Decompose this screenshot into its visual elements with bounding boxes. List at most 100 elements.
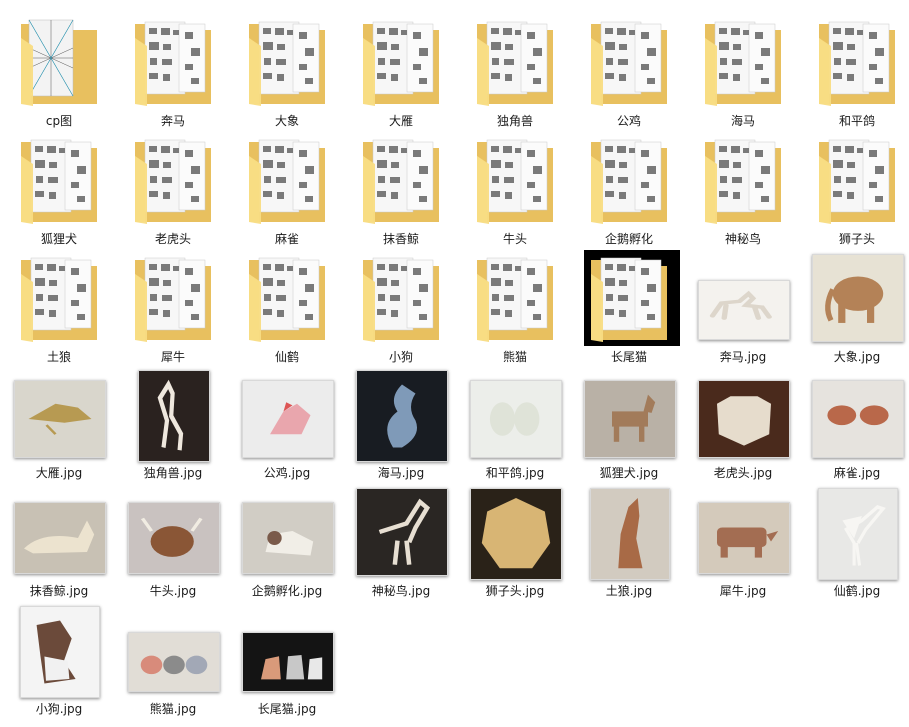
folder-icon — [230, 14, 344, 110]
image-file-item[interactable]: 海马.jpg — [344, 366, 458, 484]
folder-item[interactable]: 土狼 — [2, 250, 116, 368]
file-name-label: 仙鹤 — [274, 350, 299, 364]
folder-item[interactable]: 麻雀 — [230, 132, 344, 250]
image-thumbnail — [2, 484, 116, 580]
folder-item[interactable]: 仙鹤 — [230, 250, 344, 368]
image-file-item[interactable]: 狮子头.jpg — [458, 484, 572, 602]
image-file-item[interactable]: 和平鸽.jpg — [458, 366, 572, 484]
image-file-item[interactable]: 公鸡.jpg — [230, 366, 344, 484]
image-file-item[interactable]: 神秘鸟.jpg — [344, 484, 458, 602]
file-name-label: 老虎头.jpg — [713, 466, 773, 480]
folder-item[interactable]: 大象 — [230, 14, 344, 132]
file-name-label: 和平鸽.jpg — [485, 466, 545, 480]
file-name-label: 抹香鲸 — [382, 232, 419, 246]
file-name-label: 犀牛.jpg — [719, 584, 767, 598]
folder-item[interactable]: 狐狸犬 — [2, 132, 116, 250]
folder-item[interactable]: 小狗 — [344, 250, 458, 368]
folder-item[interactable]: 抹香鲸 — [344, 132, 458, 250]
image-thumbnail — [800, 366, 909, 462]
image-file-item[interactable]: 牛头.jpg — [116, 484, 230, 602]
image-thumbnail — [116, 484, 230, 580]
image-thumbnail — [230, 602, 344, 698]
file-name-label: 长尾猫 — [610, 350, 647, 364]
folder-icon — [230, 132, 344, 228]
folder-icon — [800, 14, 909, 110]
folder-item[interactable]: 长尾猫 — [572, 250, 686, 368]
image-file-item[interactable]: 大象.jpg — [800, 250, 909, 368]
folder-item[interactable]: 犀牛 — [116, 250, 230, 368]
folder-icon — [230, 250, 344, 346]
image-file-item[interactable]: 熊猫.jpg — [116, 602, 230, 720]
folder-icon — [2, 14, 116, 110]
folder-icon — [686, 132, 800, 228]
image-file-item[interactable]: 土狼.jpg — [572, 484, 686, 602]
image-thumbnail — [458, 366, 572, 462]
image-thumbnail — [800, 484, 909, 580]
image-thumbnail — [458, 484, 572, 580]
image-file-item[interactable]: 犀牛.jpg — [686, 484, 800, 602]
image-file-item[interactable]: 麻雀.jpg — [800, 366, 909, 484]
folder-icon — [458, 132, 572, 228]
image-file-item[interactable]: 抹香鲸.jpg — [2, 484, 116, 602]
file-name-label: 海马 — [730, 114, 755, 128]
folder-icon — [116, 250, 230, 346]
image-file-item[interactable]: 狐狸犬.jpg — [572, 366, 686, 484]
folder-item[interactable]: 熊猫 — [458, 250, 572, 368]
file-name-label: 熊猫 — [502, 350, 527, 364]
file-name-label: 小狗.jpg — [35, 702, 83, 716]
image-thumbnail — [344, 484, 458, 580]
image-thumbnail — [572, 484, 686, 580]
file-name-label: 土狼 — [46, 350, 71, 364]
file-name-label: 仙鹤.jpg — [833, 584, 881, 598]
folder-icon — [458, 250, 572, 346]
file-name-label: 和平鸽 — [838, 114, 875, 128]
image-file-item[interactable]: 老虎头.jpg — [686, 366, 800, 484]
file-name-label: 牛头.jpg — [149, 584, 197, 598]
folder-icon — [572, 250, 686, 346]
image-thumbnail — [344, 366, 458, 462]
folder-icon — [572, 132, 686, 228]
file-name-label: 抹香鲸.jpg — [29, 584, 89, 598]
image-file-item[interactable]: 仙鹤.jpg — [800, 484, 909, 602]
image-thumbnail — [2, 602, 116, 698]
image-thumbnail — [686, 366, 800, 462]
folder-item[interactable]: 和平鸽 — [800, 14, 909, 132]
folder-item[interactable]: 老虎头 — [116, 132, 230, 250]
folder-item[interactable]: 企鹅孵化 — [572, 132, 686, 250]
folder-icon — [686, 14, 800, 110]
file-name-label: 老虎头 — [154, 232, 191, 246]
file-name-label: 长尾猫.jpg — [257, 702, 317, 716]
folder-item[interactable]: 大雁 — [344, 14, 458, 132]
folder-item[interactable]: 狮子头 — [800, 132, 909, 250]
file-name-label: 狮子头.jpg — [485, 584, 545, 598]
file-name-label: 小狗 — [388, 350, 413, 364]
file-name-label: 企鹅孵化.jpg — [251, 584, 323, 598]
folder-item[interactable]: 独角兽 — [458, 14, 572, 132]
image-file-item[interactable]: 奔马.jpg — [686, 250, 800, 368]
file-name-label: 土狼.jpg — [605, 584, 653, 598]
image-thumbnail — [800, 250, 909, 346]
file-name-label: 麻雀.jpg — [833, 466, 881, 480]
image-thumbnail — [230, 484, 344, 580]
folder-item[interactable]: 海马 — [686, 14, 800, 132]
folder-item[interactable]: 牛头 — [458, 132, 572, 250]
image-file-item[interactable]: 长尾猫.jpg — [230, 602, 344, 720]
folder-item[interactable]: 奔马 — [116, 14, 230, 132]
folder-item[interactable]: cp图 — [2, 14, 116, 132]
folder-item[interactable]: 神秘鸟 — [686, 132, 800, 250]
file-name-label: 狐狸犬.jpg — [599, 466, 659, 480]
image-file-item[interactable]: 大雁.jpg — [2, 366, 116, 484]
image-thumbnail — [686, 484, 800, 580]
file-name-label: 企鹅孵化 — [604, 232, 653, 246]
folder-item[interactable]: 公鸡 — [572, 14, 686, 132]
file-name-label: 神秘鸟 — [724, 232, 761, 246]
folder-icon — [344, 14, 458, 110]
file-name-label: 奔马.jpg — [719, 350, 767, 364]
image-thumbnail — [230, 366, 344, 462]
file-name-label: 奔马 — [160, 114, 185, 128]
image-file-item[interactable]: 企鹅孵化.jpg — [230, 484, 344, 602]
folder-icon — [2, 250, 116, 346]
image-file-item[interactable]: 独角兽.jpg — [116, 366, 230, 484]
file-name-label: 狮子头 — [838, 232, 875, 246]
image-file-item[interactable]: 小狗.jpg — [2, 602, 116, 720]
